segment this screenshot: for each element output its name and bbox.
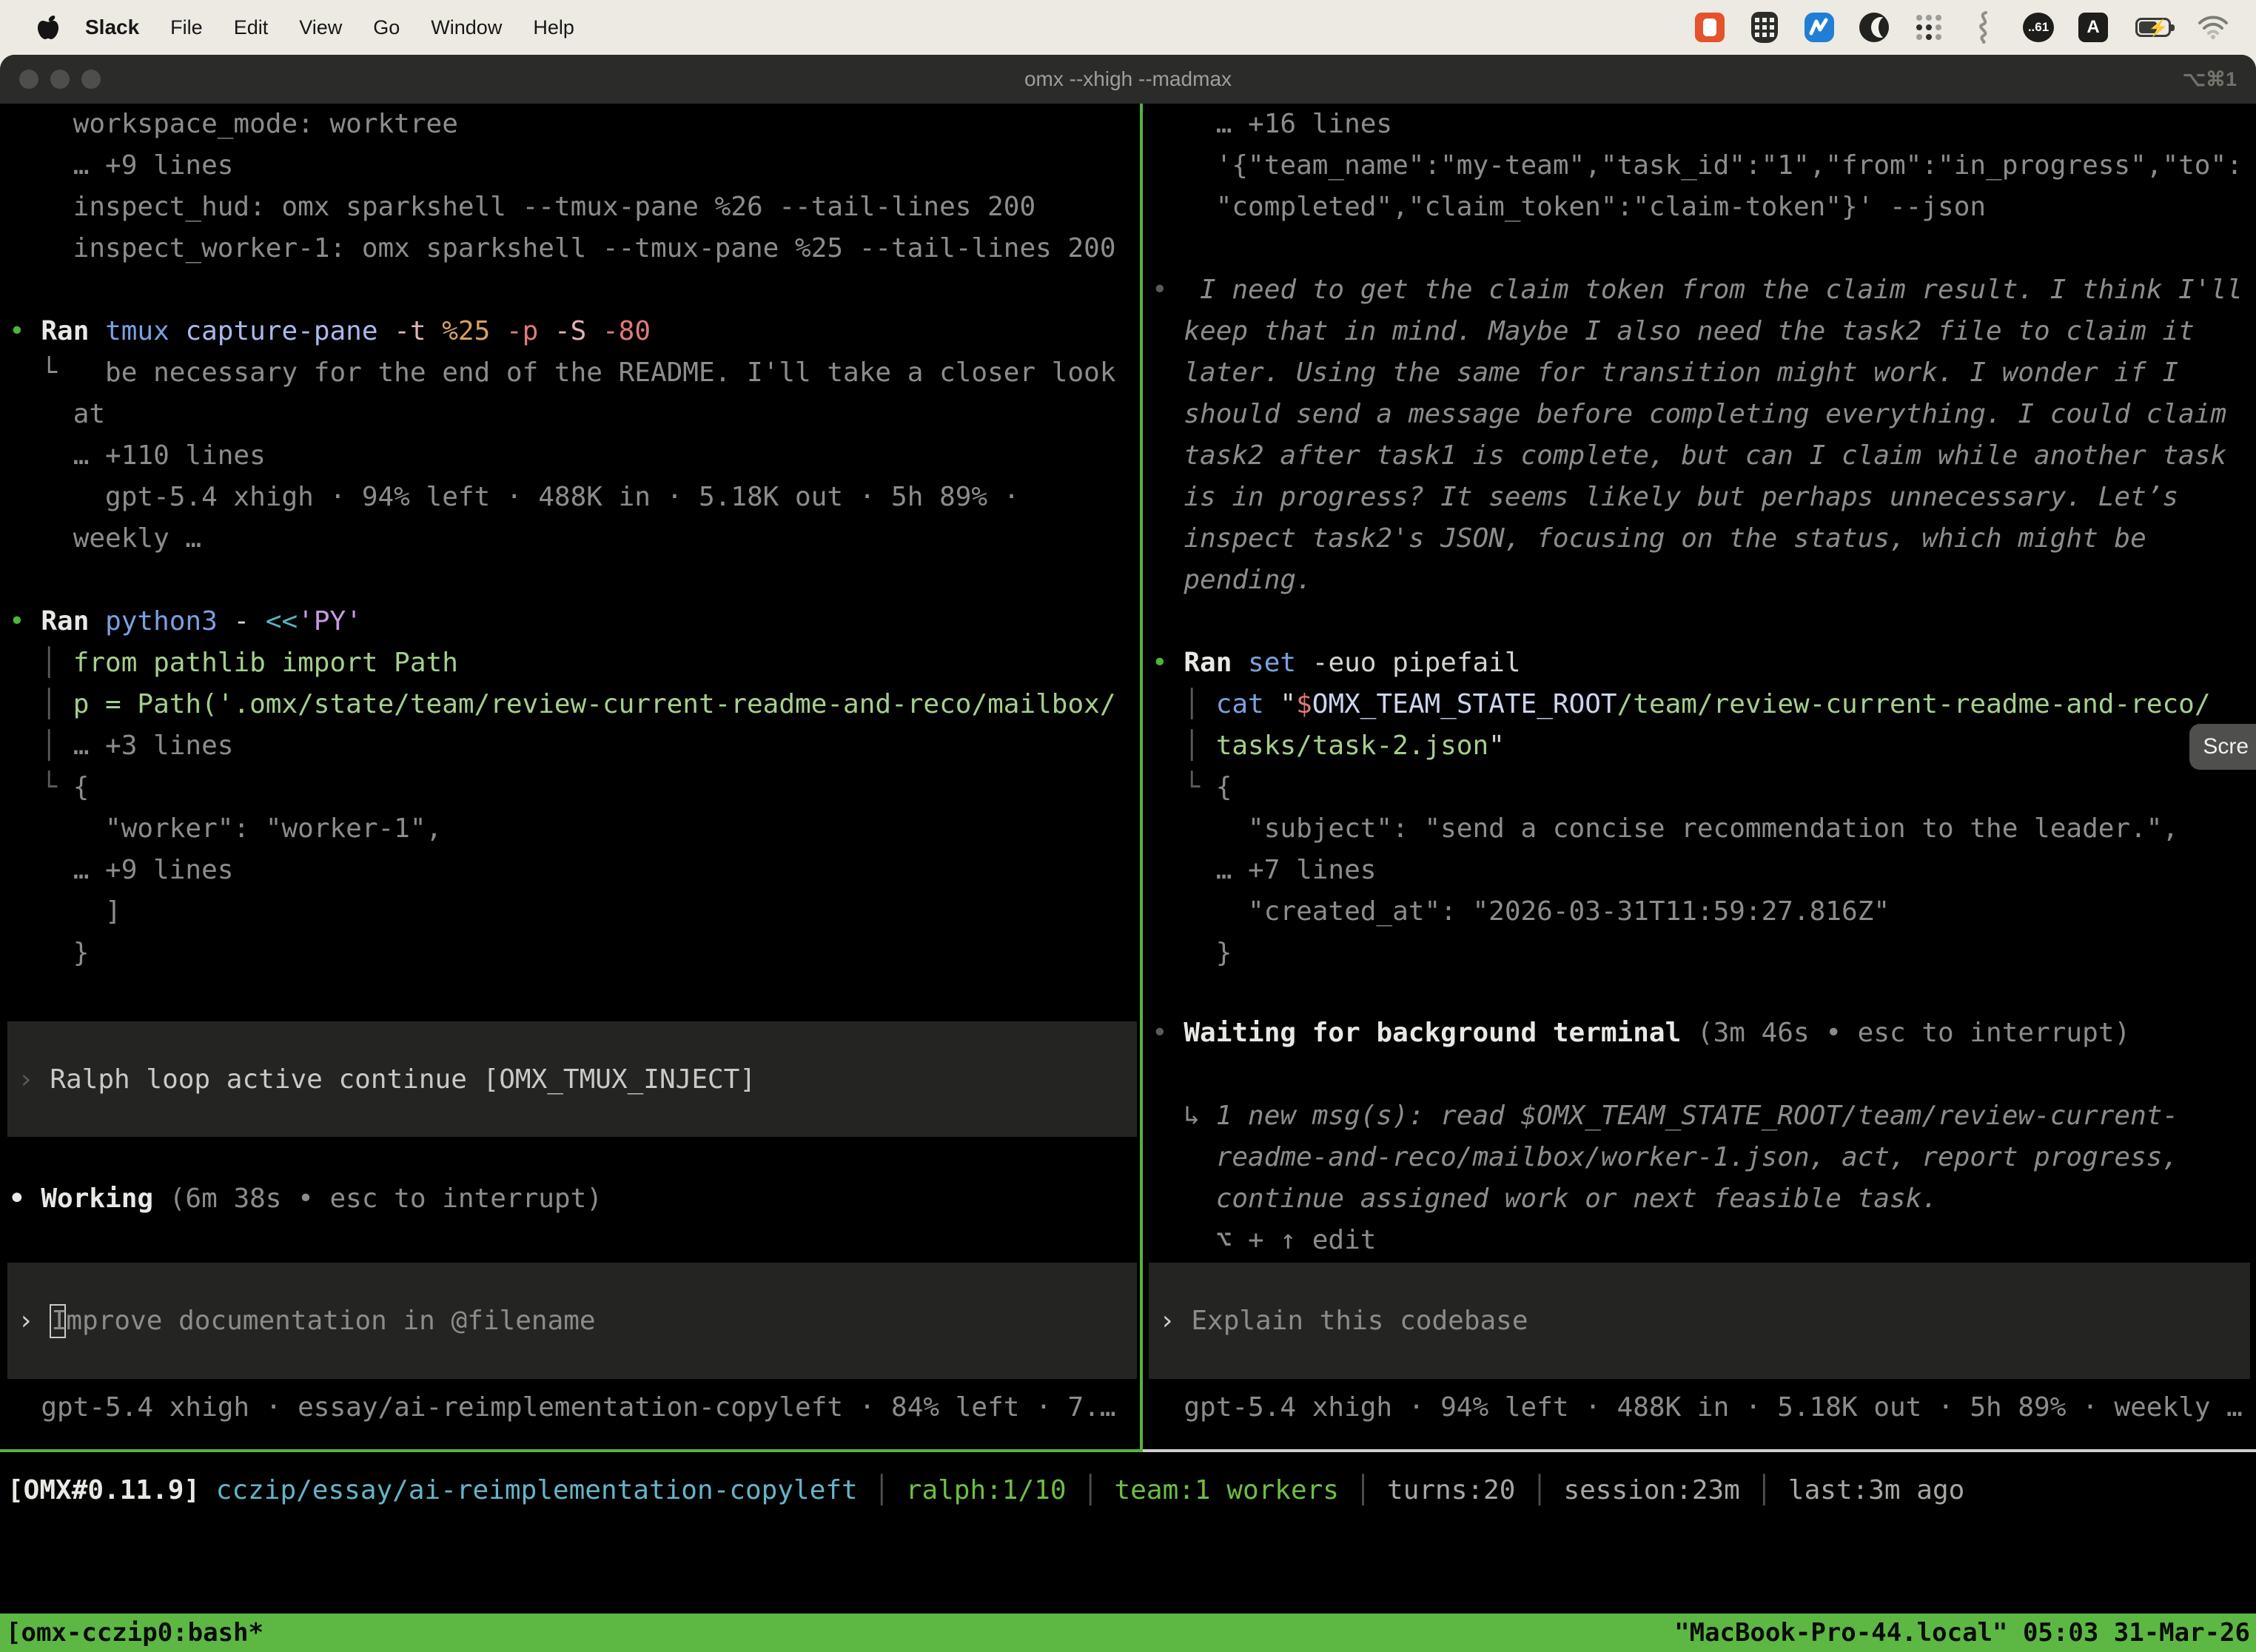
- omx-team-workers: team:1 workers: [1115, 1475, 1339, 1505]
- squiggle-icon[interactable]: [1967, 11, 2000, 44]
- text-cursor: I: [50, 1304, 66, 1338]
- thinking-line: later. Using the same for transition mig…: [1152, 352, 2255, 394]
- omx-status-line: [OMX#0.11.9] cczip/essay/ai-reimplementa…: [7, 1470, 2256, 1511]
- command-output-line: "completed","claim_token":"claim-token"}…: [1152, 187, 2255, 228]
- terminal-window: omx --xhigh --madmax ⌥⌘1 workspace_mode:…: [0, 55, 2256, 1652]
- right-pane: … +16 lines '{"team_name":"my-team","tas…: [1143, 104, 2256, 1449]
- tmux-window-tab[interactable]: [omx-cczip0:bash*: [6, 1618, 263, 1648]
- command-output-line: }: [9, 933, 1138, 974]
- omx-repo: cczip/essay/ai-reimplementation-copyleft: [200, 1475, 858, 1505]
- thinking-line: should send a message before completing …: [1152, 394, 2255, 435]
- menu-edit[interactable]: Edit: [218, 0, 284, 55]
- mailbox-hint-line: continue assigned work or next feasible …: [1152, 1178, 2255, 1220]
- menu-view[interactable]: View: [283, 0, 357, 55]
- left-pane: workspace_mode: worktree … +9 lines insp…: [0, 104, 1140, 1449]
- window-title-bar[interactable]: omx --xhigh --madmax ⌥⌘1: [0, 55, 2256, 104]
- model-status-line: gpt-5.4 xhigh · essay/ai-reimplementatio…: [9, 1387, 1138, 1428]
- omx-version: [OMX#0.11.9]: [7, 1475, 200, 1505]
- window-title: omx --xhigh --madmax: [0, 55, 2256, 104]
- omx-last-activity: last:3m ago: [1788, 1475, 1964, 1505]
- wifi-icon[interactable]: [2197, 11, 2229, 44]
- menu-app-name[interactable]: Slack: [70, 0, 155, 55]
- shield-grid-icon[interactable]: [1748, 11, 1781, 44]
- code-line: │ tasks/task-2.json": [1152, 725, 2255, 767]
- omx-turns: turns:20: [1387, 1475, 1515, 1505]
- code-line: │ … +3 lines: [9, 725, 1138, 767]
- blue-zigzag-icon[interactable]: [1803, 11, 1836, 44]
- code-line: │ from pathlib import Path: [9, 642, 1138, 684]
- left-pane-border: [0, 1449, 1140, 1452]
- log-line: … +9 lines: [9, 145, 1138, 187]
- code-line: └ {: [9, 767, 1138, 808]
- ran-command-line: • Ran python3 - <<'PY': [9, 601, 1138, 642]
- command-output-line: "worker": "worker-1",: [9, 808, 1138, 850]
- code-line: └ {: [1152, 767, 2255, 808]
- thinking-line: pending.: [1152, 560, 2255, 601]
- model-status-line: gpt-5.4 xhigh · 94% left · 488K in · 5.1…: [1152, 1387, 2255, 1428]
- command-output-line: weekly …: [9, 518, 1138, 560]
- terminal-content: workspace_mode: worktree … +9 lines insp…: [0, 104, 2256, 1652]
- code-line: │ p = Path('.omx/state/team/review-curre…: [9, 684, 1138, 725]
- right-pane-border: [1143, 1449, 2256, 1452]
- screen-share-overlay[interactable]: Scre: [2189, 724, 2256, 770]
- log-line: workspace_mode: worktree: [9, 104, 1138, 145]
- log-line: inspect_worker-1: omx sparkshell --tmux-…: [9, 228, 1138, 269]
- omx-ralph-counter: ralph:1/10: [906, 1475, 1067, 1505]
- tmux-status-bar: [omx-cczip0:bash* "MacBook-Pro-44.local"…: [0, 1614, 2256, 1652]
- dots-grid-icon[interactable]: [1913, 11, 1945, 44]
- pane-divider[interactable]: [1140, 104, 1143, 1452]
- menu-go[interactable]: Go: [357, 0, 415, 55]
- prompt-input[interactable]: › Explain this codebase: [1149, 1263, 2250, 1379]
- thinking-line: • I need to get the claim token from the…: [1152, 269, 2255, 311]
- command-output-line: gpt-5.4 xhigh · 94% left · 488K in · 5.1…: [9, 477, 1138, 518]
- command-output-line: … +9 lines: [9, 850, 1138, 891]
- thinking-line: keep that in mind. Maybe I also need the…: [1152, 311, 2255, 352]
- ran-command-line: • Ran tmux capture-pane -t %25 -p -S -80: [9, 311, 1138, 352]
- command-output-line: … +110 lines: [9, 435, 1138, 477]
- command-output-line: "created_at": "2026-03-31T11:59:27.816Z": [1152, 891, 2255, 933]
- menu-window[interactable]: Window: [415, 0, 517, 55]
- prompt-input[interactable]: › Improve documentation in @filename: [7, 1263, 1137, 1379]
- working-status-line: • Working (6m 38s • esc to interrupt): [9, 1178, 1138, 1220]
- command-output-line: '{"team_name":"my-team","task_id":"1","f…: [1152, 145, 2255, 187]
- ran-command-line: • Ran set -euo pipefail: [1152, 642, 2255, 684]
- menu-file[interactable]: File: [155, 0, 218, 55]
- crescent-app-icon[interactable]: [1858, 11, 1890, 44]
- thinking-line: task2 after task1 is complete, but can I…: [1152, 435, 2255, 477]
- tmux-host-clock: "MacBook-Pro-44.local" 05:03 31-Mar-26: [1674, 1618, 2250, 1648]
- waiting-status-line: • Waiting for background terminal (3m 46…: [1152, 1013, 2255, 1054]
- menu-bar: Slack File Edit View Go Window Help ..61…: [0, 0, 2256, 55]
- thinking-line: is in progress? It seems likely but perh…: [1152, 477, 2255, 518]
- window-shortcut-hint: ⌥⌘1: [2183, 55, 2237, 104]
- log-line: inspect_hud: omx sparkshell --tmux-pane …: [9, 187, 1138, 228]
- omx-session-time: session:23m: [1563, 1475, 1739, 1505]
- thinking-line: inspect task2's JSON, focusing on the st…: [1152, 518, 2255, 560]
- command-output-line: }: [1152, 933, 2255, 974]
- command-output-line: … +7 lines: [1152, 850, 2255, 891]
- edit-shortcut-hint: ⌥ + ↑ edit: [1152, 1220, 2255, 1261]
- command-output-line: "subject": "send a concise recommendatio…: [1152, 808, 2255, 850]
- command-output-line: ]: [9, 891, 1138, 933]
- mailbox-hint-line: ↳ 1 new msg(s): read $OMX_TEAM_STATE_ROO…: [1152, 1095, 2255, 1137]
- code-line: │ cat "$OMX_TEAM_STATE_ROOT/team/review-…: [1152, 684, 2255, 725]
- keyboard-a-icon[interactable]: A: [2077, 11, 2109, 44]
- ralph-inject-banner: › Ralph loop active continue [OMX_TMUX_I…: [7, 1021, 1137, 1137]
- menu-bar-status-icons: ..61 A ⚡: [1693, 11, 2235, 44]
- menu-help[interactable]: Help: [517, 0, 590, 55]
- command-output-line: … +16 lines: [1152, 104, 2255, 145]
- badge-61-icon[interactable]: ..61: [2022, 11, 2055, 44]
- chat-app-icon[interactable]: [1693, 11, 1726, 44]
- apple-menu-icon[interactable]: [37, 14, 59, 41]
- battery-icon[interactable]: ⚡: [2132, 11, 2175, 44]
- command-output-line: at: [9, 394, 1138, 435]
- command-output-line: └ be necessary for the end of the README…: [9, 352, 1138, 394]
- mailbox-hint-line: readme-and-reco/mailbox/worker-1.json, a…: [1152, 1137, 2255, 1178]
